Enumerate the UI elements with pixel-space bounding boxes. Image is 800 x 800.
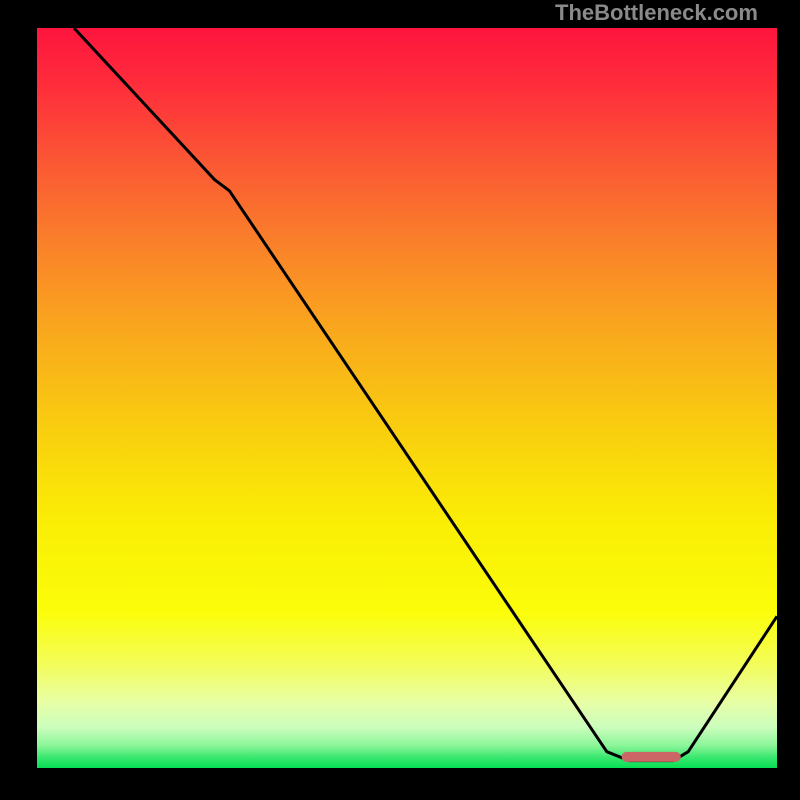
chart-svg (0, 0, 800, 800)
chart-container: TheBottleneck.com (0, 0, 800, 800)
watermark-text: TheBottleneck.com (555, 0, 758, 26)
optimal-range-marker (622, 752, 681, 762)
plot-background (37, 28, 777, 768)
